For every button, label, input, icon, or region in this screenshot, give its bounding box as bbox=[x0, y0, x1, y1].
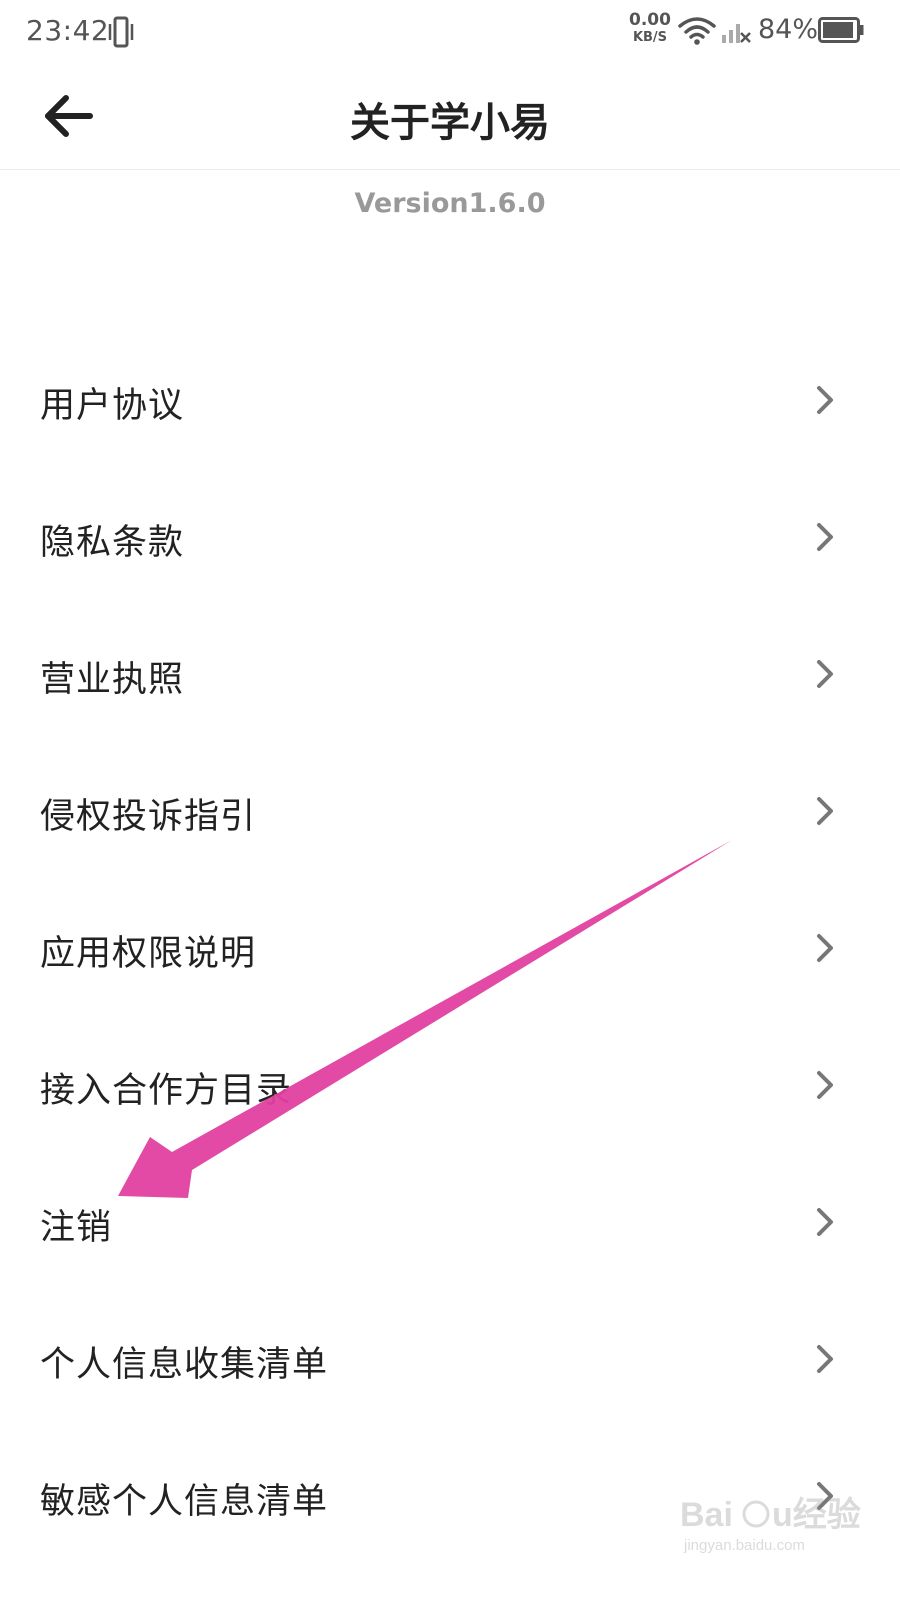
chevron-right-icon bbox=[817, 523, 833, 551]
menu-item-label: 营业执照 bbox=[40, 660, 185, 700]
menu-item-label: 接入合作方目录 bbox=[40, 1071, 293, 1111]
screen: 23:42 0.00 KB/S 84% 关于学小易 Version1.6.0 用… bbox=[0, 0, 900, 1600]
menu-item-personal-info-list[interactable]: 个人信息收集清单 bbox=[0, 1289, 900, 1426]
menu-item-user-agreement[interactable]: 用户协议 bbox=[0, 330, 900, 467]
nav-bar: 关于学小易 bbox=[0, 64, 900, 170]
signal-icon bbox=[722, 24, 751, 43]
menu-item-label: 应用权限说明 bbox=[40, 934, 257, 974]
chevron-right-icon bbox=[817, 660, 833, 688]
menu-item-label: 侵权投诉指引 bbox=[40, 797, 257, 837]
menu-item-app-permissions[interactable]: 应用权限说明 bbox=[0, 878, 900, 1015]
svg-text:jingyan.baidu.com: jingyan.baidu.com bbox=[683, 1537, 805, 1554]
status-bar: 23:42 0.00 KB/S 84% bbox=[0, 0, 900, 64]
svg-text:Bai: Bai bbox=[680, 1496, 733, 1534]
battery-icon bbox=[818, 17, 864, 43]
version-label: Version1.6.0 bbox=[354, 188, 546, 219]
chevron-right-icon bbox=[817, 1345, 833, 1373]
battery-percent: 84% bbox=[758, 14, 819, 45]
vibrate-icon bbox=[108, 16, 134, 48]
status-time: 23:42 bbox=[26, 14, 110, 47]
menu-item-business-license[interactable]: 营业执照 bbox=[0, 604, 900, 741]
menu-list: 用户协议 隐私条款 营业执照 侵权投诉指引 应用权限说明 接入合作方目录 注销 bbox=[0, 330, 900, 1563]
page-title: 关于学小易 bbox=[350, 100, 550, 146]
menu-item-label: 敏感个人信息清单 bbox=[40, 1482, 329, 1522]
menu-item-infringement-guide[interactable]: 侵权投诉指引 bbox=[0, 741, 900, 878]
watermark-logo: Bai u经验 jingyan.baidu.com bbox=[680, 1495, 861, 1554]
chevron-right-icon bbox=[817, 797, 833, 825]
menu-item-privacy-policy[interactable]: 隐私条款 bbox=[0, 467, 900, 604]
network-speed: 0.00 KB/S bbox=[628, 10, 672, 45]
menu-item-partner-directory[interactable]: 接入合作方目录 bbox=[0, 1015, 900, 1152]
network-speed-unit: KB/S bbox=[632, 30, 668, 45]
menu-item-label: 个人信息收集清单 bbox=[40, 1345, 329, 1385]
menu-item-deregister[interactable]: 注销 bbox=[0, 1152, 900, 1289]
svg-text:u经验: u经验 bbox=[772, 1495, 861, 1534]
chevron-right-icon bbox=[817, 934, 833, 962]
network-speed-value: 0.00 bbox=[629, 10, 671, 30]
chevron-right-icon bbox=[817, 1208, 833, 1236]
wifi-icon bbox=[678, 17, 716, 45]
menu-item-label: 隐私条款 bbox=[40, 523, 185, 563]
chevron-right-icon bbox=[817, 386, 833, 414]
menu-item-label: 注销 bbox=[40, 1208, 113, 1248]
menu-item-label: 用户协议 bbox=[40, 386, 185, 426]
chevron-right-icon bbox=[817, 1071, 833, 1099]
